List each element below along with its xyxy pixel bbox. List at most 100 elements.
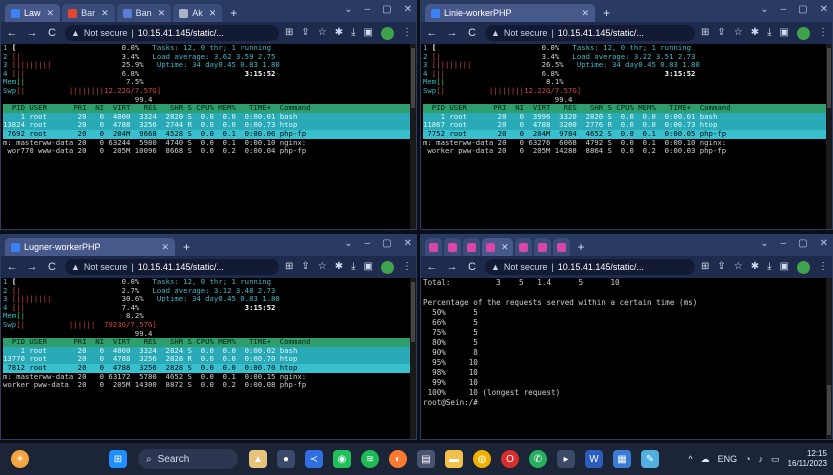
close-window-icon[interactable]: ✕ xyxy=(820,238,828,249)
profile-avatar[interactable] xyxy=(381,260,394,274)
forward-icon[interactable]: → xyxy=(25,261,39,273)
chevron-down-icon[interactable]: ⌄ xyxy=(760,4,768,15)
close-icon[interactable]: ✕ xyxy=(501,242,509,253)
chat-icon[interactable]: ◉ xyxy=(333,450,351,468)
download-icon[interactable]: ⤓ xyxy=(767,261,771,274)
chevron-down-icon[interactable]: ⌄ xyxy=(344,238,352,249)
minimize-icon[interactable]: – xyxy=(365,238,371,249)
menu-icon[interactable]: ⋮ xyxy=(402,261,412,274)
back-icon[interactable]: ← xyxy=(425,27,439,39)
terminal-icon[interactable]: ▸ xyxy=(557,450,575,468)
install-icon[interactable]: ⊞ xyxy=(285,261,293,274)
tab-6[interactable] xyxy=(533,238,551,256)
bookmark-icon[interactable]: ☆ xyxy=(318,27,327,40)
extensions-icon[interactable]: ✱ xyxy=(751,261,759,274)
new-tab-button[interactable]: + xyxy=(597,4,616,22)
maximize-icon[interactable]: ▢ xyxy=(382,238,391,249)
tab-ak[interactable]: Ak ✕ xyxy=(173,4,223,22)
forward-icon[interactable]: → xyxy=(25,27,39,39)
forward-icon[interactable]: → xyxy=(445,261,459,273)
back-icon[interactable]: ← xyxy=(5,261,19,273)
tab-2[interactable] xyxy=(444,238,461,256)
scrollbar-thumb[interactable] xyxy=(827,385,831,435)
maximize-icon[interactable]: ▢ xyxy=(798,238,807,249)
address-bar[interactable]: ▲ Not secure | 10.15.41.145/static/... xyxy=(65,25,279,41)
sidepanel-icon[interactable]: ▣ xyxy=(780,27,789,40)
install-icon[interactable]: ⊞ xyxy=(701,27,709,40)
tab-3[interactable] xyxy=(463,238,480,256)
opera-icon[interactable]: O xyxy=(501,450,519,468)
store-icon[interactable]: ▦ xyxy=(613,450,631,468)
menu-icon[interactable]: ⋮ xyxy=(818,261,828,274)
back-icon[interactable]: ← xyxy=(425,261,439,273)
extensions-icon[interactable]: ✱ xyxy=(335,261,343,274)
minimize-icon[interactable]: – xyxy=(365,4,371,15)
address-bar[interactable]: ▲ Not secure | 10.15.41.145/static/... xyxy=(485,25,695,41)
tab-lugner-worker[interactable]: Lugner-workerPHP ✕ xyxy=(5,238,175,256)
sidepanel-icon[interactable]: ▣ xyxy=(364,261,373,274)
clock[interactable]: 12:15 16/11/2023 xyxy=(788,449,827,469)
volume-icon[interactable]: ♪ xyxy=(759,454,764,464)
sidepanel-icon[interactable]: ▣ xyxy=(780,261,789,274)
close-window-icon[interactable]: ✕ xyxy=(404,4,412,15)
photos-icon[interactable]: ▲ xyxy=(249,450,267,468)
close-icon[interactable]: ✕ xyxy=(581,8,589,19)
htop-terminal[interactable]: 1 [ 0.0% Tasks: 12, 0 thr; 1 running 2 [… xyxy=(421,44,832,229)
menu-icon[interactable]: ⋮ xyxy=(818,27,828,40)
ab-terminal[interactable]: Total: 3 5 1.4 5 10 Percentage of the re… xyxy=(421,278,832,439)
download-icon[interactable]: ⤓ xyxy=(767,27,771,40)
language-indicator[interactable]: ENG xyxy=(718,454,738,464)
forward-icon[interactable]: → xyxy=(445,27,459,39)
new-tab-button[interactable]: + xyxy=(224,4,243,22)
scrollbar[interactable] xyxy=(826,44,832,229)
tab-law[interactable]: Law ✕ xyxy=(5,4,61,22)
new-tab-button[interactable]: + xyxy=(572,238,591,256)
spotify-icon[interactable]: ≋ xyxy=(361,450,379,468)
menu-icon[interactable]: ⋮ xyxy=(402,27,412,40)
close-icon[interactable]: ✕ xyxy=(161,242,169,253)
scrollbar[interactable] xyxy=(826,278,832,439)
bookmark-icon[interactable]: ☆ xyxy=(318,261,327,274)
tab-4-active[interactable]: ✕ xyxy=(482,238,513,256)
scrollbar[interactable] xyxy=(410,44,416,229)
install-icon[interactable]: ⊞ xyxy=(701,261,709,274)
close-window-icon[interactable]: ✕ xyxy=(820,4,828,15)
reload-icon[interactable]: C xyxy=(45,27,59,39)
minimize-icon[interactable]: – xyxy=(781,238,787,249)
process-row[interactable]: worker pww-data 20 0 205M 14288 8864 S 0… xyxy=(423,147,832,156)
download-icon[interactable]: ⤓ xyxy=(351,261,355,274)
chrome-icon[interactable]: ◍ xyxy=(473,450,491,468)
shell-prompt[interactable]: root@Sein:/# xyxy=(423,398,832,408)
widgets-icon[interactable]: ☀ xyxy=(11,450,29,468)
file-explorer-icon[interactable]: ▬ xyxy=(445,450,463,468)
chevron-up-icon[interactable]: ^ xyxy=(688,454,692,464)
cloud-icon[interactable]: ☁ xyxy=(701,454,710,465)
vscode-icon[interactable]: ≺ xyxy=(305,450,323,468)
share-icon[interactable]: ⇪ xyxy=(301,27,309,40)
reload-icon[interactable]: C xyxy=(465,261,479,273)
htop-terminal[interactable]: 1 [ 0.0% Tasks: 12, 0 thr; 1 running 2 [… xyxy=(1,278,416,439)
notes-icon[interactable]: ▤ xyxy=(417,450,435,468)
word-icon[interactable]: W xyxy=(585,450,603,468)
tab-linie-worker[interactable]: Linie-workerPHP ✕ xyxy=(425,4,595,22)
scrollbar-thumb[interactable] xyxy=(411,282,415,342)
tab-5[interactable] xyxy=(514,238,532,256)
share-icon[interactable]: ⇪ xyxy=(301,261,309,274)
share-icon[interactable]: ⇪ xyxy=(717,261,725,274)
profile-avatar[interactable] xyxy=(381,26,394,40)
close-icon[interactable]: ✕ xyxy=(158,8,166,19)
process-row[interactable]: worker pww-data 20 0 205M 14300 8872 S 0… xyxy=(3,381,416,390)
wifi-icon[interactable]: ◔ xyxy=(745,454,750,464)
scrollbar-thumb[interactable] xyxy=(827,48,831,108)
chevron-down-icon[interactable]: ⌄ xyxy=(344,4,352,15)
paint-icon[interactable]: ✎ xyxy=(641,450,659,468)
bookmark-icon[interactable]: ☆ xyxy=(734,261,743,274)
address-bar[interactable]: ▲ Not secure | 10.15.41.145/static/... xyxy=(485,259,695,275)
battery-icon[interactable]: ▭ xyxy=(771,454,780,465)
whatsapp-icon[interactable]: ✆ xyxy=(529,450,547,468)
tab-ban[interactable]: Ban ✕ xyxy=(116,4,172,22)
sidepanel-icon[interactable]: ▣ xyxy=(364,27,373,40)
process-row[interactable]: wor770 www-data 20 0 205M 10096 8668 S 0… xyxy=(3,147,416,156)
htop-terminal[interactable]: 1 [ 0.0% Tasks: 12, 0 thr; 1 running 2 [… xyxy=(1,44,416,229)
chevron-down-icon[interactable]: ⌄ xyxy=(760,238,768,249)
